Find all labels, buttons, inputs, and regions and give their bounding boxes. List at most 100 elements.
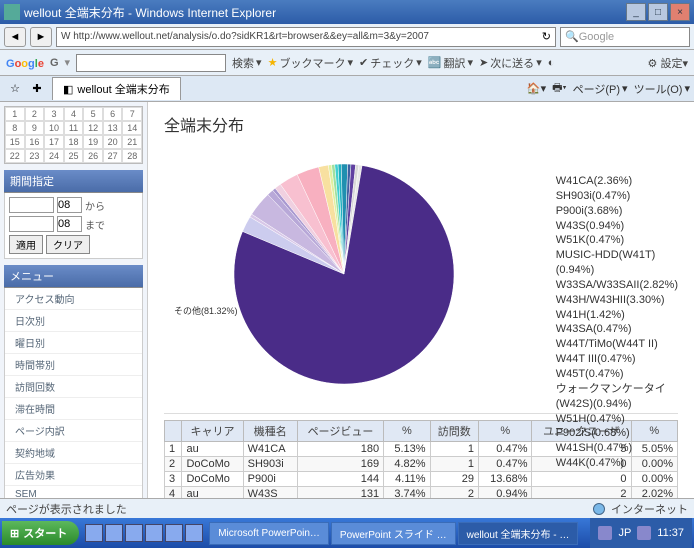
from-date-input[interactable] bbox=[9, 197, 54, 213]
ql-icon[interactable] bbox=[105, 524, 123, 542]
apply-button[interactable]: 適用 bbox=[9, 235, 43, 254]
google-bookmark[interactable]: ★ブックマーク▾ bbox=[268, 55, 353, 71]
calendar-day[interactable]: 15 bbox=[5, 135, 25, 149]
calendar-day[interactable]: 25 bbox=[64, 149, 84, 163]
to-date-input[interactable] bbox=[9, 216, 54, 232]
table-cell: 2.02% bbox=[631, 487, 677, 499]
calendar[interactable]: 1234567891011121314151617181920212223242… bbox=[4, 106, 143, 164]
calendar-day[interactable]: 4 bbox=[64, 107, 84, 121]
maximize-button[interactable]: □ bbox=[648, 3, 668, 21]
forward-button[interactable]: ► bbox=[30, 27, 52, 47]
add-favorites[interactable]: ✚ bbox=[26, 79, 48, 99]
google-settings[interactable]: ⚙ 設定▾ bbox=[648, 55, 688, 71]
menu-item[interactable]: 契約地域 bbox=[5, 442, 142, 464]
chart-label: W51K(0.47%) bbox=[556, 233, 678, 248]
clear-button[interactable]: クリア bbox=[46, 235, 90, 254]
calendar-day[interactable]: 12 bbox=[83, 121, 103, 135]
browser-tab[interactable]: ◧ wellout 全端末分布 bbox=[52, 77, 181, 100]
ql-icon[interactable] bbox=[145, 524, 163, 542]
ql-icon[interactable] bbox=[165, 524, 183, 542]
calendar-day[interactable]: 11 bbox=[64, 121, 84, 135]
pie-chart: その他(81.32%) W41CA(2.36%)SH903i(0.47%)P90… bbox=[164, 144, 678, 414]
google-more[interactable]: ◐ bbox=[548, 57, 555, 69]
calendar-day[interactable]: 21 bbox=[122, 135, 142, 149]
menu-item[interactable]: SEM bbox=[5, 486, 142, 498]
calendar-day[interactable]: 1 bbox=[5, 107, 25, 121]
taskbar-item[interactable]: wellout 全端末分布 - … bbox=[458, 522, 579, 545]
menu-item[interactable]: 滞在時間 bbox=[5, 398, 142, 420]
close-button[interactable]: × bbox=[670, 3, 690, 21]
table-header: % bbox=[384, 421, 430, 442]
calendar-day[interactable]: 13 bbox=[103, 121, 123, 135]
chart-label: W33SA/W33SAII(2.82%) bbox=[556, 278, 678, 293]
calendar-day[interactable]: 20 bbox=[103, 135, 123, 149]
table-cell: 131 bbox=[297, 487, 383, 499]
google-check[interactable]: ✔チェック▾ bbox=[359, 55, 422, 71]
page-menu[interactable]: ページ(P)▾ bbox=[573, 79, 628, 98]
ql-icon[interactable] bbox=[85, 524, 103, 542]
calendar-day[interactable]: 9 bbox=[25, 121, 45, 135]
calendar-day[interactable]: 2 bbox=[25, 107, 45, 121]
calendar-day[interactable]: 22 bbox=[5, 149, 25, 163]
calendar-day[interactable]: 18 bbox=[64, 135, 84, 149]
calendar-day[interactable]: 6 bbox=[103, 107, 123, 121]
ie-nav-toolbar: ◄ ► W http://www.wellout.net/analysis/o.… bbox=[0, 24, 694, 50]
menu-item[interactable]: 時間帯別 bbox=[5, 354, 142, 376]
google-send[interactable]: ➤次に送る▾ bbox=[479, 55, 542, 71]
table-cell: 1 bbox=[165, 442, 182, 457]
calendar-day[interactable]: 16 bbox=[25, 135, 45, 149]
minimize-button[interactable]: _ bbox=[626, 3, 646, 21]
calendar-day[interactable]: 8 bbox=[5, 121, 25, 135]
print-button[interactable]: 🖶▾ bbox=[552, 79, 566, 98]
calendar-day[interactable]: 23 bbox=[25, 149, 45, 163]
ql-icon[interactable] bbox=[125, 524, 143, 542]
page-title: 全端末分布 bbox=[164, 112, 678, 136]
taskbar-item[interactable]: Microsoft PowerPoin… bbox=[209, 522, 329, 545]
favorites-star[interactable]: ☆ bbox=[4, 79, 26, 99]
clock: 11:37 bbox=[657, 527, 684, 539]
lang-indicator[interactable]: JP bbox=[618, 527, 631, 539]
tray-icon[interactable] bbox=[598, 526, 612, 540]
calendar-day[interactable]: 24 bbox=[44, 149, 64, 163]
ie-tab-bar: ☆ ✚ ◧ wellout 全端末分布 🏠▾ 🖶▾ ページ(P)▾ ツール(O)… bbox=[0, 76, 694, 102]
to-num-input[interactable] bbox=[57, 216, 82, 232]
calendar-day[interactable]: 26 bbox=[83, 149, 103, 163]
home-button[interactable]: 🏠▾ bbox=[527, 79, 546, 98]
taskbar-item[interactable]: PowerPoint スライド … bbox=[331, 522, 456, 545]
calendar-day[interactable]: 19 bbox=[83, 135, 103, 149]
menu-list: アクセス動向日次別曜日別時間帯別訪問回数滞在時間ページ内訳契約地域広告効果SEM… bbox=[4, 288, 143, 498]
table-cell: 4 bbox=[165, 487, 182, 499]
calendar-day[interactable]: 5 bbox=[83, 107, 103, 121]
menu-header: メニュー bbox=[4, 265, 143, 288]
calendar-day[interactable]: 14 bbox=[122, 121, 142, 135]
calendar-day[interactable]: 10 bbox=[44, 121, 64, 135]
address-bar[interactable]: W http://www.wellout.net/analysis/o.do?s… bbox=[56, 27, 556, 47]
google-search-btn[interactable]: 検索 ▾ bbox=[232, 55, 262, 71]
table-cell: W41CA bbox=[243, 442, 297, 457]
tools-menu[interactable]: ツール(O)▾ bbox=[634, 79, 690, 98]
menu-item[interactable]: 広告効果 bbox=[5, 464, 142, 486]
ql-icon[interactable] bbox=[185, 524, 203, 542]
google-search-input[interactable] bbox=[76, 54, 226, 72]
calendar-day[interactable]: 3 bbox=[44, 107, 64, 121]
tray-icon[interactable] bbox=[637, 526, 651, 540]
google-g: G bbox=[50, 57, 59, 69]
calendar-day[interactable]: 7 bbox=[122, 107, 142, 121]
from-num-input[interactable] bbox=[57, 197, 82, 213]
calendar-day[interactable]: 28 bbox=[122, 149, 142, 163]
menu-item[interactable]: アクセス動向 bbox=[5, 288, 142, 310]
menu-item[interactable]: 訪問回数 bbox=[5, 376, 142, 398]
menu-item[interactable]: 曜日別 bbox=[5, 332, 142, 354]
table-row: 4auW43S1313.74%20.94%22.02% bbox=[165, 487, 678, 499]
menu-item[interactable]: ページ内訳 bbox=[5, 420, 142, 442]
calendar-day[interactable]: 17 bbox=[44, 135, 64, 149]
ie-search-box[interactable]: 🔍 Google bbox=[560, 27, 690, 47]
refresh-icon[interactable]: ↻ bbox=[542, 30, 551, 43]
windows-logo-icon: ⊞ bbox=[10, 527, 19, 540]
calendar-day[interactable]: 27 bbox=[103, 149, 123, 163]
back-button[interactable]: ◄ bbox=[4, 27, 26, 47]
start-button[interactable]: ⊞ スタート bbox=[2, 521, 79, 545]
menu-item[interactable]: 日次別 bbox=[5, 310, 142, 332]
table-cell: 29 bbox=[430, 472, 478, 487]
google-translate[interactable]: 🔤翻訳▾ bbox=[428, 55, 473, 71]
